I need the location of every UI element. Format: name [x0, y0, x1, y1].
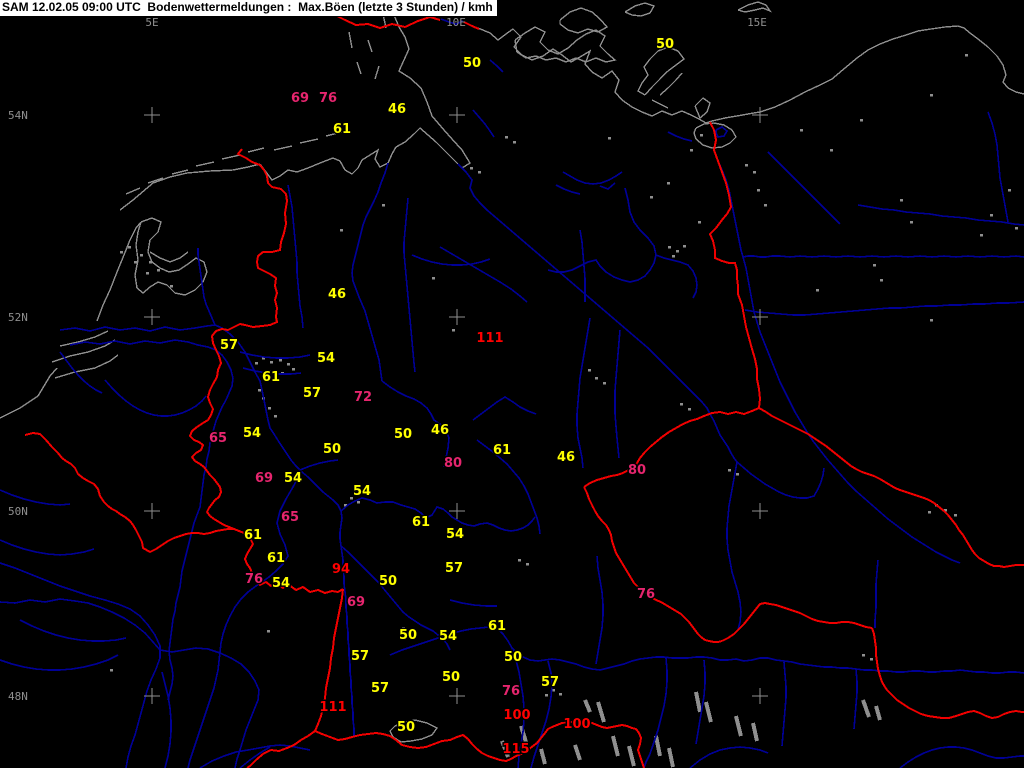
station-value: 54	[353, 484, 371, 499]
station-value: 57	[541, 675, 559, 690]
station-value: 61	[488, 619, 506, 634]
latitude-label: 54N	[8, 109, 28, 122]
station-value: 57	[351, 649, 369, 664]
station-value: 76	[319, 91, 337, 106]
station-value: 46	[557, 450, 575, 465]
graticule-cross	[144, 503, 160, 519]
station-value: 46	[328, 287, 346, 302]
station-value: 54	[317, 351, 335, 366]
map-canvas: 5E 10E 15E 54N 52N 50N 48N 69 76 50 46 61 50 46 111 57…	[0, 0, 1024, 768]
station-value: 100	[563, 717, 590, 732]
station-value: 57	[303, 386, 321, 401]
station-value: 50	[394, 427, 412, 442]
weather-map-view: SAM 12.02.05 09:00 UTC Bodenwettermeldun…	[0, 0, 1024, 768]
station-value: 50	[323, 442, 341, 457]
station-value: 69	[291, 91, 309, 106]
station-value: 69	[255, 471, 273, 486]
graticule-cross	[144, 309, 160, 325]
station-value: 61	[412, 515, 430, 530]
station-value: 50	[399, 628, 417, 643]
graticule-cross	[449, 309, 465, 325]
graticule-cross	[752, 503, 768, 519]
station-value: 94	[332, 562, 350, 577]
station-value: 61	[262, 370, 280, 385]
graticule-cross	[144, 107, 160, 123]
station-value: 61	[267, 551, 285, 566]
graticule-cross	[449, 688, 465, 704]
latitude-label: 52N	[8, 311, 28, 324]
longitude-label: 15E	[747, 16, 767, 29]
station-value: 46	[431, 423, 449, 438]
station-value: 80	[444, 456, 462, 471]
longitude-label: 5E	[145, 16, 158, 29]
station-value: 61	[333, 122, 351, 137]
station-value: 46	[388, 102, 406, 117]
station-value: 50	[379, 574, 397, 589]
station-value: 57	[371, 681, 389, 696]
stations-layer: 69 76 50 46 61 50 46 111 57 54 61 57 72 65 54 46 50 50 61 4…	[207, 36, 675, 759]
station-value: 69	[347, 595, 365, 610]
graticule-cross	[752, 688, 768, 704]
graticule-cross	[449, 107, 465, 123]
station-value: 76	[637, 587, 655, 602]
station-value: 72	[354, 390, 372, 405]
station-value: 54	[243, 426, 261, 441]
station-value: 57	[445, 561, 463, 576]
station-value: 76	[245, 572, 263, 587]
station-value: 111	[476, 331, 503, 346]
station-value: 50	[504, 650, 522, 665]
station-value: 65	[281, 510, 299, 525]
station-value: 61	[493, 443, 511, 458]
station-value: 50	[397, 720, 415, 735]
latitude-label: 50N	[8, 505, 28, 518]
graticule-layer	[144, 107, 768, 704]
station-value: 111	[319, 700, 346, 715]
station-value: 54	[272, 576, 290, 591]
station-value: 76	[502, 684, 520, 699]
station-value: 100	[503, 708, 530, 723]
station-value: 65	[209, 431, 227, 446]
coastline-layer	[0, 0, 1024, 743]
station-value: 50	[442, 670, 460, 685]
title-bar: SAM 12.02.05 09:00 UTC Bodenwettermeldun…	[0, 0, 498, 17]
latitude-label: 48N	[8, 690, 28, 703]
station-value: 54	[439, 629, 457, 644]
station-value: 80	[628, 463, 646, 478]
station-value: 50	[656, 37, 674, 52]
borders-layer	[24, 13, 1024, 768]
longitude-label: 10E	[446, 16, 466, 29]
station-value: 54	[446, 527, 464, 542]
station-value: 50	[463, 56, 481, 71]
station-value: 61	[244, 528, 262, 543]
station-value: 54	[284, 471, 302, 486]
station-value: 57	[220, 338, 238, 353]
station-value: 115	[502, 742, 529, 757]
